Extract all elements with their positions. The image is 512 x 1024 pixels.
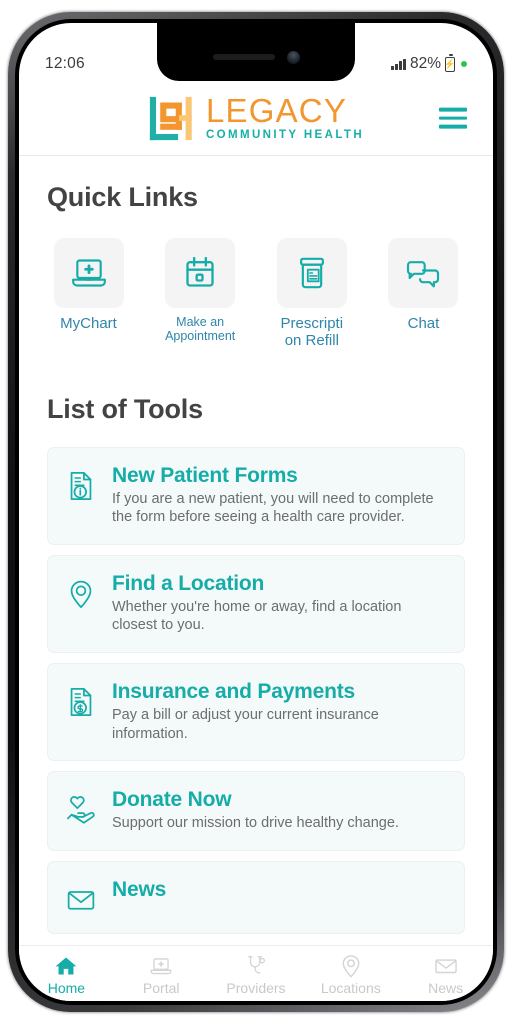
tool-description: Pay a bill or adjust your current insura… <box>112 706 379 742</box>
hamburger-menu-icon[interactable] <box>435 104 471 133</box>
hand-heart-icon <box>67 796 95 824</box>
tool-card-find-a-location[interactable]: Find a Location Whether you're home or a… <box>47 554 465 653</box>
phone-screen: 12:06 82% ⚡ LEGACY COMMUNITY HEALTH Quic… <box>19 23 493 1001</box>
chat-bubbles-icon <box>407 261 440 288</box>
nav-label: Providers <box>226 979 286 996</box>
nav-label: Locations <box>320 979 381 996</box>
tool-icon-wrap <box>64 680 98 718</box>
quick-link-label: MyChart <box>60 315 117 332</box>
quick-link-tile <box>53 238 124 308</box>
signal-bars-icon <box>391 58 406 70</box>
laptop-medical-icon <box>71 259 106 287</box>
envelope-icon <box>434 958 457 973</box>
phone-bezel: 12:06 82% ⚡ LEGACY COMMUNITY HEALTH Quic… <box>15 19 497 1005</box>
nav-item-portal[interactable]: Portal <box>114 953 209 995</box>
tool-title: News <box>112 877 167 901</box>
quick-link-mychart[interactable]: MyChart <box>47 238 130 350</box>
app-header: LEGACY COMMUNITY HEALTH <box>19 81 493 156</box>
quick-link-label: Chat <box>407 315 440 332</box>
tool-icon-wrap <box>64 572 98 610</box>
brand-name: LEGACY <box>205 91 348 129</box>
tools-list: New Patient Forms If you are a new patie… <box>19 446 493 934</box>
pill-bottle-icon <box>299 257 324 289</box>
phone-notch <box>157 23 355 81</box>
brand-logo[interactable]: LEGACY COMMUNITY HEALTH <box>148 91 365 142</box>
quick-links-row: MyChart Make an Appointment Prescripti o… <box>19 238 493 350</box>
tool-body: New Patient Forms If you are a new patie… <box>112 464 448 527</box>
map-pin-icon <box>70 580 92 608</box>
stethoscope-icon <box>248 955 266 973</box>
tool-description: Whether you're home or away, find a loca… <box>112 598 402 634</box>
quick-link-label: Prescripti on Refill <box>280 315 344 350</box>
main-content: Quick Links MyChart Make an Appointment … <box>19 156 493 945</box>
tool-title: New Patient Forms <box>112 463 298 487</box>
tool-body: Insurance and Payments Pay a bill or adj… <box>112 680 448 743</box>
tool-body: News <box>112 878 448 904</box>
tool-card-donate-now[interactable]: Donate Now Support our mission to drive … <box>47 771 465 851</box>
quick-link-make-an-appointment[interactable]: Make an Appointment <box>159 238 242 350</box>
tool-body: Find a Location Whether you're home or a… <box>112 572 448 635</box>
calendar-icon <box>186 256 214 287</box>
tool-body: Donate Now Support our mission to drive … <box>112 788 448 833</box>
home-icon <box>55 957 77 974</box>
nav-item-news[interactable]: News <box>398 953 493 995</box>
nav-label: News <box>428 979 464 996</box>
tool-card-news[interactable]: News <box>47 860 465 934</box>
nav-item-providers[interactable]: Providers <box>209 953 304 995</box>
map-pin-icon <box>342 954 360 977</box>
front-camera-icon <box>286 50 300 64</box>
tool-icon-wrap <box>64 788 98 826</box>
battery-percent-label: 82% <box>409 55 441 72</box>
nav-label: Home <box>47 979 86 996</box>
tool-icon-wrap <box>64 878 98 916</box>
earpiece-speaker-icon <box>212 54 275 60</box>
battery-charging-icon: ⚡ <box>444 54 456 72</box>
nav-item-home[interactable]: Home <box>19 953 114 995</box>
status-indicators: 82% ⚡ <box>391 54 467 73</box>
tool-description: If you are a new patient, you will need … <box>112 490 434 526</box>
brand-tagline: COMMUNITY HEALTH <box>205 129 365 142</box>
tool-title: Find a Location <box>112 571 265 595</box>
document-dollar-icon <box>70 687 92 716</box>
quick-link-label: Make an Appointment <box>165 315 236 344</box>
tool-title: Donate Now <box>112 788 232 812</box>
legacy-logo-mark-icon <box>149 96 192 140</box>
laptop-medical-icon <box>150 957 172 974</box>
quick-link-prescription-refill[interactable]: Prescripti on Refill <box>270 238 353 350</box>
quick-link-chat[interactable]: Chat <box>382 238 465 350</box>
nav-label: Portal <box>142 979 180 996</box>
bottom-navigation-bar: Home Portal Providers Locations News <box>19 945 493 1001</box>
tool-title: Insurance and Payments <box>112 679 356 703</box>
status-time: 12:06 <box>45 55 85 72</box>
list-of-tools-heading: List of Tools <box>47 393 203 424</box>
tool-card-new-patient-forms[interactable]: New Patient Forms If you are a new patie… <box>47 446 465 545</box>
quick-links-heading: Quick Links <box>47 182 198 212</box>
tool-icon-wrap <box>64 464 98 502</box>
nav-item-locations[interactable]: Locations <box>303 953 398 995</box>
document-info-icon <box>70 471 92 500</box>
envelope-icon <box>67 890 95 910</box>
quick-link-tile <box>165 238 236 308</box>
tool-description: Support our mission to drive healthy cha… <box>112 815 399 832</box>
phone-frame: 12:06 82% ⚡ LEGACY COMMUNITY HEALTH Quic… <box>8 12 504 1012</box>
quick-link-tile <box>388 238 459 308</box>
tool-card-insurance-and-payments[interactable]: Insurance and Payments Pay a bill or adj… <box>47 662 465 762</box>
green-status-dot-icon <box>461 61 467 67</box>
brand-text: LEGACY COMMUNITY HEALTH <box>205 91 365 142</box>
quick-link-tile <box>276 238 347 308</box>
